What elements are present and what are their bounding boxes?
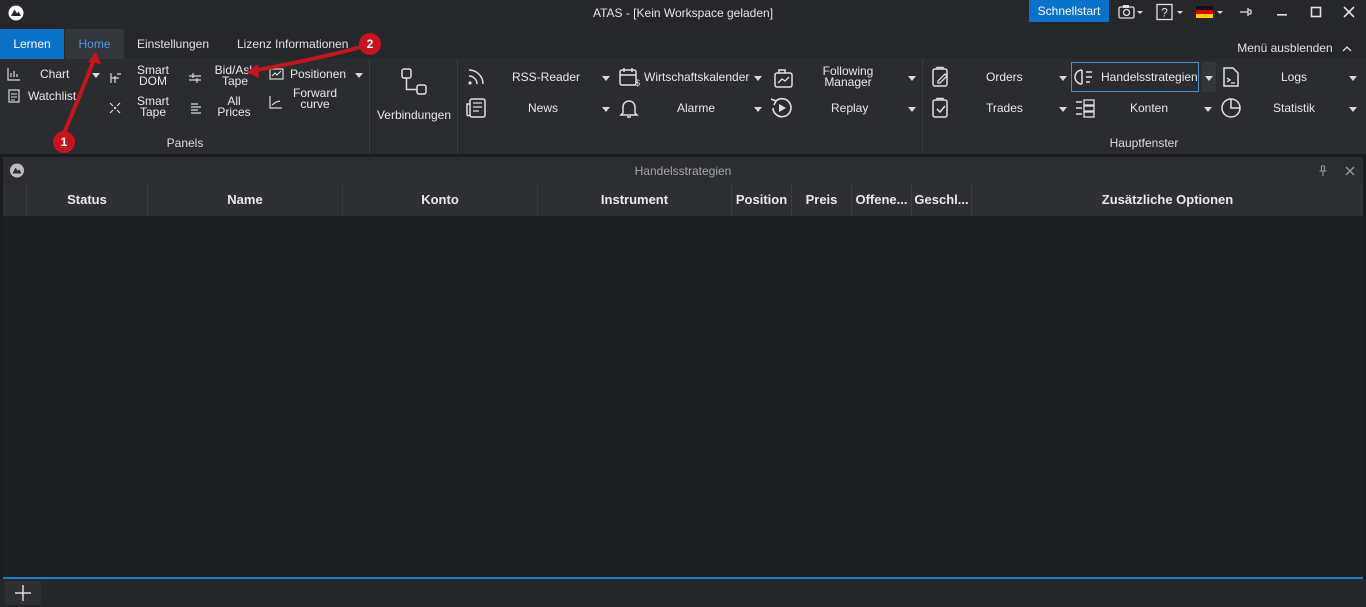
annotation-marker-1: 1 [53,131,75,153]
annotation-marker-2: 2 [359,33,381,55]
annotation-arrows [62,43,370,135]
